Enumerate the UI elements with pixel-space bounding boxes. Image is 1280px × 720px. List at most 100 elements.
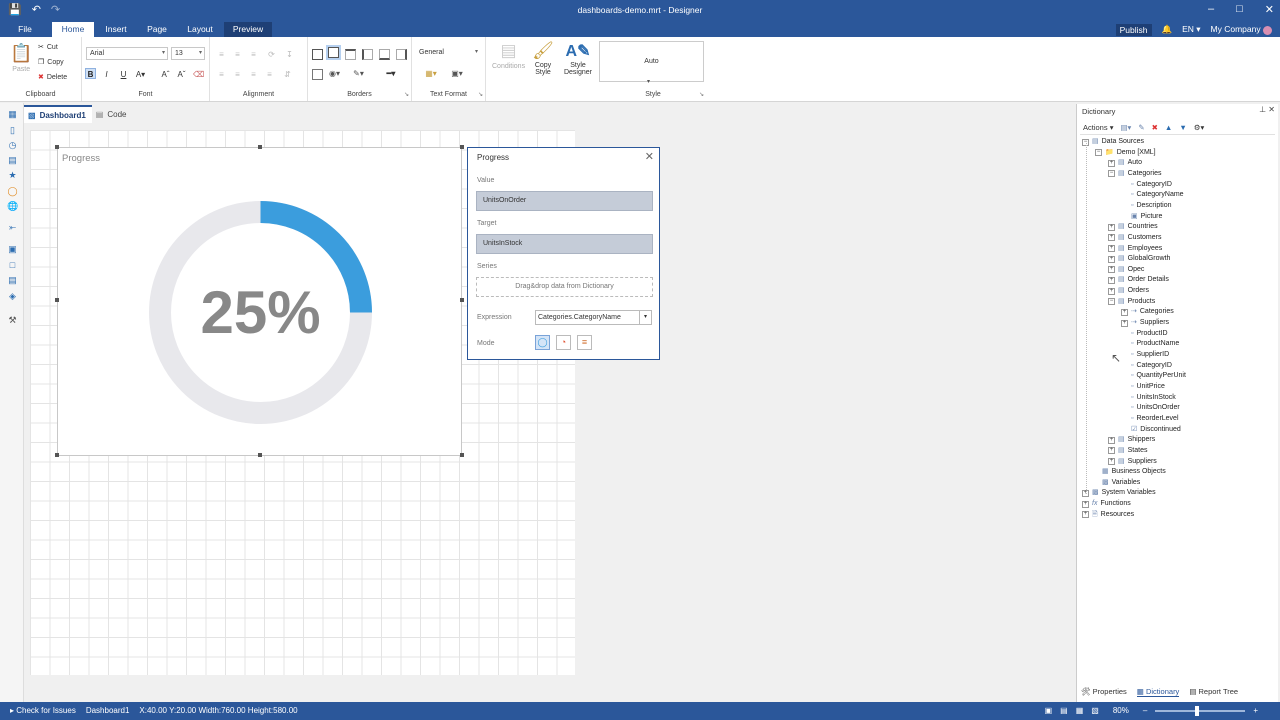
copy-style-button[interactable]: 🖌 Copy Style xyxy=(532,41,554,76)
zoom-slider[interactable] xyxy=(1155,706,1246,716)
move-down-icon[interactable]: ▼ xyxy=(1179,123,1186,132)
view-icon-3[interactable]: ▦ xyxy=(1076,702,1084,720)
format-icon[interactable]: ▣▾ xyxy=(448,68,466,79)
tree-node[interactable]: + ▤ GlobalGrowth xyxy=(1108,254,1170,264)
tree-node[interactable]: ▫ ReorderLevel xyxy=(1121,414,1179,424)
pivot-tool-icon[interactable]: ▤ xyxy=(7,155,18,165)
border-style-icon[interactable]: ━▾ xyxy=(378,68,404,79)
outside-borders-icon[interactable] xyxy=(326,45,341,60)
tab-insert[interactable]: Insert xyxy=(100,22,132,37)
tree-node[interactable]: + ▩ System Variables xyxy=(1082,488,1156,498)
target-field[interactable]: UnitsInStock xyxy=(476,234,653,254)
expand-icon[interactable] xyxy=(1121,192,1128,199)
italic-button[interactable]: I xyxy=(101,69,112,80)
tree-node[interactable]: + fx Functions xyxy=(1082,499,1131,509)
language-selector[interactable]: EN ▾ xyxy=(1182,24,1200,35)
fill-color-icon[interactable]: ◉▾ xyxy=(329,68,340,79)
resize-handle-ne[interactable] xyxy=(460,145,464,149)
pin-icon[interactable]: ⊥ ✕ xyxy=(1259,105,1275,114)
expand-icon[interactable]: + xyxy=(1108,234,1115,242)
style-designer-button[interactable]: A✎ Style Designer xyxy=(562,41,594,76)
resize-handle-nw[interactable] xyxy=(55,145,59,149)
shape-tool-icon[interactable]: ◈ xyxy=(7,291,18,301)
tree-node[interactable]: + ▤ Employees xyxy=(1108,244,1162,254)
circle-mode-icon[interactable]: ◯ xyxy=(535,335,550,350)
left-border-icon[interactable] xyxy=(362,49,373,60)
tree-node[interactable]: ▫ ProductID xyxy=(1121,329,1168,339)
tree-node[interactable]: ▫ Description xyxy=(1121,201,1172,211)
progress-widget[interactable]: Progress 25% xyxy=(57,147,462,456)
close-icon[interactable]: ✕ xyxy=(1265,3,1274,16)
tab-page[interactable]: Page xyxy=(140,22,174,37)
tab-layout[interactable]: Layout xyxy=(182,22,218,37)
tree-node[interactable]: + ⇢ Categories xyxy=(1121,307,1174,317)
underline-button[interactable]: U xyxy=(118,69,129,80)
rotate-icon[interactable]: ⟳ xyxy=(266,49,277,60)
align-left-icon[interactable]: ≡ xyxy=(216,69,227,80)
expand-icon[interactable]: + xyxy=(1082,500,1089,508)
align-center-icon[interactable]: ≡ xyxy=(232,69,243,80)
expand-icon[interactable]: + xyxy=(1108,159,1115,167)
expand-icon[interactable]: + xyxy=(1082,511,1089,519)
top-border-icon[interactable] xyxy=(345,49,356,60)
expand-icon[interactable]: + xyxy=(1108,287,1115,295)
align-middle-icon[interactable]: ≡ xyxy=(232,49,243,60)
tree-node[interactable]: ☑ Discontinued xyxy=(1121,425,1181,435)
shrink-font-button[interactable]: Aˇ xyxy=(176,69,187,80)
expand-icon[interactable] xyxy=(1121,352,1128,359)
all-borders-icon[interactable] xyxy=(312,49,323,60)
indicator-tool-icon[interactable]: ★ xyxy=(7,170,18,180)
tree-node[interactable]: + ▤ Opec xyxy=(1108,265,1144,275)
new-item-icon[interactable]: ▤▾ xyxy=(1120,123,1131,132)
zoom-out-icon[interactable]: – xyxy=(1143,702,1147,720)
expand-icon[interactable] xyxy=(1121,362,1128,369)
tree-node[interactable]: + ▤ Countries xyxy=(1108,222,1158,232)
maximize-icon[interactable]: □ xyxy=(1236,3,1243,16)
tree-node[interactable]: + ▤ Orders xyxy=(1108,286,1149,296)
expand-icon[interactable] xyxy=(1121,405,1128,412)
font-size-combo[interactable]: 13 ▾ xyxy=(171,47,205,60)
image-tool-icon[interactable]: ▣ xyxy=(7,244,18,254)
expand-icon[interactable] xyxy=(1121,415,1128,422)
publish-button[interactable]: Publish xyxy=(1115,23,1152,36)
tree-node[interactable]: − ▤ Data Sources xyxy=(1082,137,1144,147)
tab-dashboard1[interactable]: ▧ Dashboard1 xyxy=(24,105,92,123)
chart-tool-icon[interactable]: ▯ xyxy=(7,125,18,135)
line-spacing-icon[interactable]: ⇵ xyxy=(282,69,293,80)
view-icon-1[interactable]: ▣ xyxy=(1045,702,1053,720)
expand-icon[interactable]: + xyxy=(1121,308,1128,316)
tab-properties[interactable]: 🛠 Properties xyxy=(1081,687,1127,697)
tree-node[interactable]: + ▤ Order Details xyxy=(1108,275,1169,285)
justify-icon[interactable]: ≡ xyxy=(264,69,275,80)
paste-button[interactable]: 📋 Paste xyxy=(10,43,32,73)
tree-node[interactable]: ▫ CategoryID xyxy=(1121,361,1172,371)
borders-launcher-icon[interactable]: ↘ xyxy=(404,91,409,98)
expand-icon[interactable] xyxy=(1121,426,1128,433)
tree-node[interactable]: − ▤ Products xyxy=(1108,297,1155,307)
move-up-icon[interactable]: ▲ xyxy=(1165,123,1172,132)
expand-icon[interactable]: + xyxy=(1108,223,1115,231)
delete-icon[interactable]: ✖ xyxy=(1152,123,1158,132)
text-format-combo[interactable]: General ▾ xyxy=(416,47,480,60)
resize-handle-sw[interactable] xyxy=(55,453,59,457)
tree-node[interactable]: + 🗎 Resources xyxy=(1082,510,1134,520)
tree-node[interactable]: ▫ CategoryName xyxy=(1121,190,1184,200)
edit-icon[interactable]: ✎ xyxy=(1138,123,1144,132)
tree-node[interactable]: ▣ Picture xyxy=(1121,212,1162,222)
tree-node[interactable]: ▫ CategoryID xyxy=(1121,180,1172,190)
chevron-down-icon[interactable]: ▾ xyxy=(639,311,651,324)
collapse-icon[interactable]: − xyxy=(1095,149,1102,157)
gauge-tool-icon[interactable]: ◷ xyxy=(7,140,18,150)
tab-code[interactable]: ▤ Code xyxy=(92,105,133,123)
expand-icon[interactable]: + xyxy=(1108,266,1115,274)
tab-report-tree[interactable]: ▤ Report Tree xyxy=(1189,687,1238,697)
expand-icon[interactable] xyxy=(1121,330,1128,337)
check-issues-button[interactable]: ▸ Check for Issues xyxy=(10,702,76,720)
expand-icon[interactable] xyxy=(1121,213,1128,220)
expand-icon[interactable] xyxy=(1121,383,1128,390)
tree-node[interactable]: ▫ SupplierID xyxy=(1121,350,1169,360)
tree-node[interactable]: ▦ Business Objects xyxy=(1092,467,1166,477)
tab-home[interactable]: Home xyxy=(52,22,94,37)
align-right-icon[interactable]: ≡ xyxy=(248,69,259,80)
tree-node[interactable]: ▫ UnitPrice xyxy=(1121,382,1165,392)
